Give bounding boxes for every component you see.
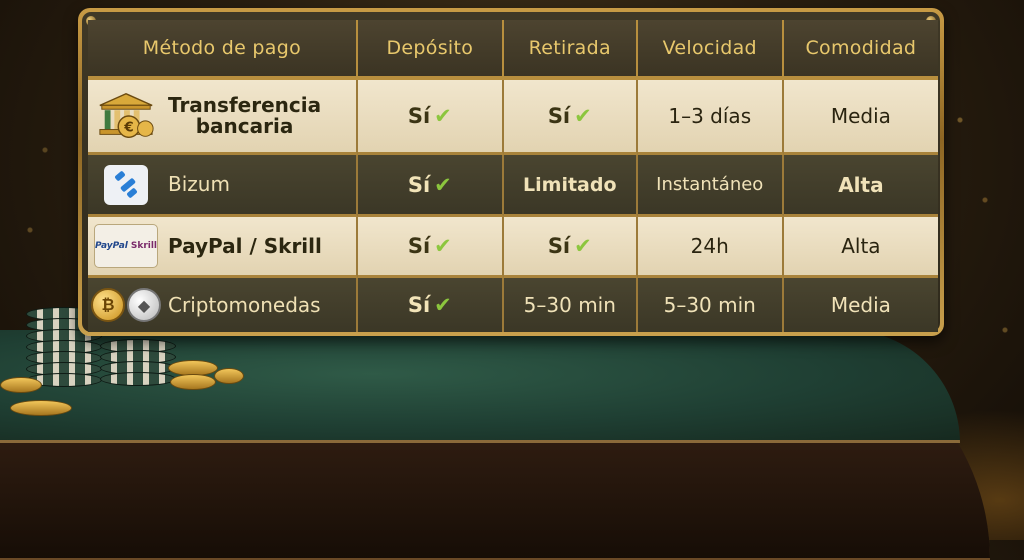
withdrawal-cell: Sí ✔ [503,217,638,278]
bizum-icon [96,162,156,208]
table-row: ₿ ◆ Criptomonedas Sí ✔ 5–30 min 5–30 min … [88,278,938,332]
chip-stack-middle [100,339,176,386]
board-panel: Método de pago Depósito Retirada Velocid… [82,12,940,332]
deposit-cell: Sí ✔ [357,278,504,332]
header-speed: Velocidad [637,20,784,80]
deposit-cell: Sí ✔ [357,155,504,217]
check-icon: ✔ [434,234,452,258]
check-icon: ✔ [434,293,452,317]
withdrawal-value: Sí [547,234,571,258]
method-cell: ₿ ◆ Criptomonedas [88,278,358,332]
paypal-skrill-icon: PayPal Skrill [94,223,158,269]
table-row: Bizum Sí ✔ Limitado Instantáneo Alta [88,155,938,217]
deposit-cell: Sí ✔ [357,217,504,278]
gold-coin [214,368,244,384]
paypal-logo-text: PayPal [94,241,128,251]
method-cell: € Transferencia bancaria [88,80,358,155]
convenience-cell: Media [783,80,938,155]
deposit-value: Sí [407,104,431,128]
table-row: € Transferencia bancaria Sí ✔ Sí ✔ 1–3 d… [88,80,938,155]
check-icon: ✔ [574,234,592,258]
speed-cell: 5–30 min [637,278,784,332]
table-header-row: Método de pago Depósito Retirada Velocid… [88,20,938,80]
speed-cell: 1–3 días [637,80,784,155]
header-method: Método de pago [88,20,358,80]
method-name: PayPal / Skrill [168,233,322,258]
withdrawal-cell: Limitado [503,155,638,217]
method-name-line2: bancaria [195,114,294,138]
method-cell: Bizum [88,155,358,217]
check-icon: ✔ [574,104,592,128]
check-icon: ✔ [434,104,452,128]
check-icon: ✔ [434,172,452,197]
ethereum-icon: ◆ [127,288,161,322]
header-convenience: Comodidad [783,20,938,80]
skrill-logo-text: Skrill [130,241,158,251]
gold-coin [0,377,42,393]
convenience-cell: Alta [783,155,938,217]
method-name: Bizum [168,172,230,196]
speed-cell: 24h [637,217,784,278]
header-withdrawal: Retirada [503,20,638,80]
payment-comparison-table: Método de pago Depósito Retirada Velocid… [88,20,938,332]
crypto-coins-icon: ₿ ◆ [91,282,161,328]
deposit-cell: Sí ✔ [357,80,504,155]
withdrawal-cell: 5–30 min [503,278,638,332]
method-name: Criptomonedas [168,292,321,317]
withdrawal-value: Sí [547,104,571,128]
table-row: PayPal Skrill PayPal / Skrill Sí ✔ Sí ✔ 24… [88,217,938,278]
bitcoin-icon: ₿ [91,288,125,322]
gold-coin [10,400,72,416]
header-deposit: Depósito [357,20,504,80]
deposit-value: Sí [407,293,431,317]
deposit-value: Sí [407,234,431,258]
svg-text:€: € [123,119,133,135]
convenience-cell: Alta [783,217,938,278]
deposit-value: Sí [407,172,431,197]
speed-cell: Instantáneo [637,155,784,217]
method-cell: PayPal Skrill PayPal / Skrill [88,217,358,278]
payment-methods-board: Método de pago Depósito Retirada Velocid… [78,8,944,336]
withdrawal-cell: Sí ✔ [503,80,638,155]
gold-coin [170,374,216,390]
convenience-cell: Media [783,278,938,332]
bank-euro-icon: € [96,92,156,139]
